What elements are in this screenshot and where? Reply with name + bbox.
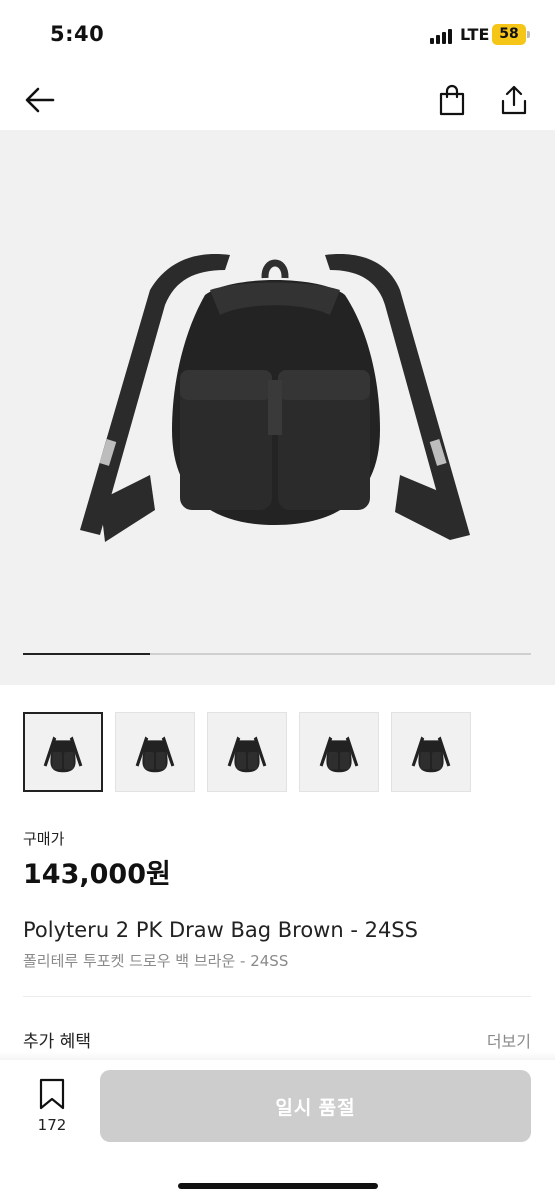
thumbnail-strip bbox=[23, 712, 471, 792]
carousel-progress-fill bbox=[23, 653, 150, 655]
benefits-more-link[interactable]: 더보기 bbox=[487, 1028, 531, 1052]
bottom-action-bar: 172 일시 품절 bbox=[0, 1060, 555, 1200]
battery-cap bbox=[527, 31, 530, 38]
sold-out-button[interactable]: 일시 품절 bbox=[100, 1070, 531, 1142]
carousel-progress bbox=[23, 653, 531, 655]
thumbnail-angled-view[interactable] bbox=[207, 712, 287, 792]
thumbnail-image bbox=[227, 736, 267, 773]
price-label: 구매가 bbox=[23, 830, 65, 848]
cart-button[interactable] bbox=[430, 78, 474, 122]
benefits-title: 추가 혜택 bbox=[23, 1032, 91, 1052]
thumbnail-front-view[interactable] bbox=[23, 712, 103, 792]
product-name: Polyteru 2 PK Draw Bag Brown - 24SS bbox=[23, 918, 418, 942]
share-icon bbox=[501, 85, 527, 115]
wishlist-button[interactable]: 172 bbox=[30, 1078, 74, 1140]
wishlist-count: 172 bbox=[37, 1116, 67, 1134]
battery-icon: 58 bbox=[492, 24, 526, 45]
thumbnail-image bbox=[319, 736, 359, 773]
backpack-image bbox=[80, 254, 470, 542]
product-image-carousel[interactable] bbox=[0, 130, 555, 685]
product-name-korean: 폴리테루 투포켓 드로우 백 브라운 - 24SS bbox=[23, 952, 289, 970]
home-indicator bbox=[178, 1183, 378, 1189]
shopping-bag-icon bbox=[439, 84, 465, 116]
network-type: LTE bbox=[460, 25, 490, 44]
signal-icon bbox=[430, 28, 456, 44]
thumbnail-image bbox=[43, 736, 83, 773]
divider bbox=[23, 996, 531, 997]
share-button[interactable] bbox=[492, 78, 536, 122]
thumbnail-image bbox=[411, 736, 451, 773]
arrow-left-icon bbox=[25, 87, 55, 113]
back-button[interactable] bbox=[18, 78, 62, 122]
status-bar: 5:40 LTE 58 bbox=[0, 0, 555, 70]
thumbnail-side-view[interactable] bbox=[391, 712, 471, 792]
thumbnail-back-view[interactable] bbox=[299, 712, 379, 792]
top-nav bbox=[0, 70, 555, 130]
thumbnail-image bbox=[135, 736, 175, 773]
price: 143,000원 bbox=[23, 859, 171, 890]
bookmark-icon bbox=[39, 1078, 65, 1110]
status-time: 5:40 bbox=[50, 22, 105, 46]
thumbnail-alt-front-view[interactable] bbox=[115, 712, 195, 792]
